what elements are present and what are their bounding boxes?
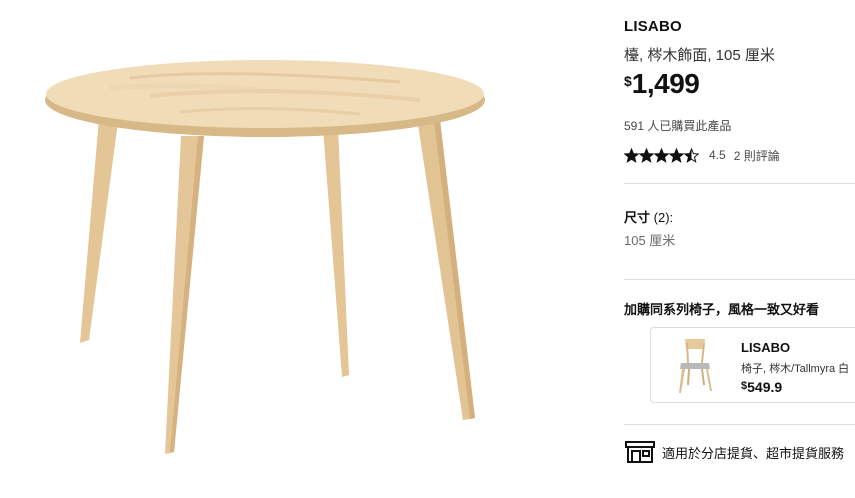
addon-product-card[interactable]: LISABO 椅子, 梣木/Tallmyra 白 $549.9 xyxy=(650,327,855,403)
star-half-icon xyxy=(684,147,699,163)
addon-product-price: $549.9 xyxy=(741,379,782,395)
product-price: $1,499 xyxy=(624,68,700,99)
addon-price-currency: $ xyxy=(741,380,748,392)
divider xyxy=(624,183,855,184)
star-full-icon xyxy=(669,147,684,163)
star-full-icon xyxy=(654,147,669,163)
rating-value: 4.5 xyxy=(709,148,726,162)
price-currency: $ xyxy=(624,73,632,89)
star-full-icon xyxy=(639,147,654,163)
table-top xyxy=(46,60,484,128)
table-leg-back-left xyxy=(80,118,118,343)
addon-product-name: LISABO xyxy=(741,340,791,355)
divider xyxy=(624,279,855,280)
size-label-text: 尺寸 xyxy=(624,210,651,225)
store-pickup-icon xyxy=(625,441,655,463)
rating-stars xyxy=(624,147,699,163)
price-amount: 1,499 xyxy=(631,68,700,99)
sold-count: 591 人已購買此產品 xyxy=(624,119,732,133)
size-count: (2): xyxy=(653,210,674,225)
chair-thumbnail xyxy=(679,339,712,393)
table-leg-back-right xyxy=(323,128,349,377)
product-image[interactable] xyxy=(0,0,600,498)
star-full-icon xyxy=(624,147,639,163)
addon-heading: 加購同系列椅子，風格一致又好看 xyxy=(624,302,820,317)
size-label[interactable]: 尺寸 (2): xyxy=(624,207,673,226)
product-info-panel: LISABO 檯, 梣木飾面, 105 厘米 $1,499 591 人已購買此產… xyxy=(624,0,855,498)
product-page: LISABO 檯, 梣木飾面, 105 厘米 $1,499 591 人已購買此產… xyxy=(0,0,855,498)
rating-summary[interactable]: 4.5 2 則評論 xyxy=(624,146,780,164)
addon-product-description: 椅子, 梣木/Tallmyra 白 xyxy=(741,363,850,375)
addon-price-amount: 549.9 xyxy=(747,379,783,395)
divider xyxy=(624,424,855,425)
product-name[interactable]: LISABO xyxy=(624,18,682,35)
pickup-text: 適用於分店提貨、超市提貨服務 xyxy=(662,445,845,461)
pickup-info: 適用於分店提貨、超市提貨服務 xyxy=(624,439,844,465)
size-value: 105 厘米 xyxy=(624,233,676,248)
product-description: 檯, 梣木飾面, 105 厘米 xyxy=(624,47,775,64)
review-count-link[interactable]: 2 則評論 xyxy=(734,147,780,164)
